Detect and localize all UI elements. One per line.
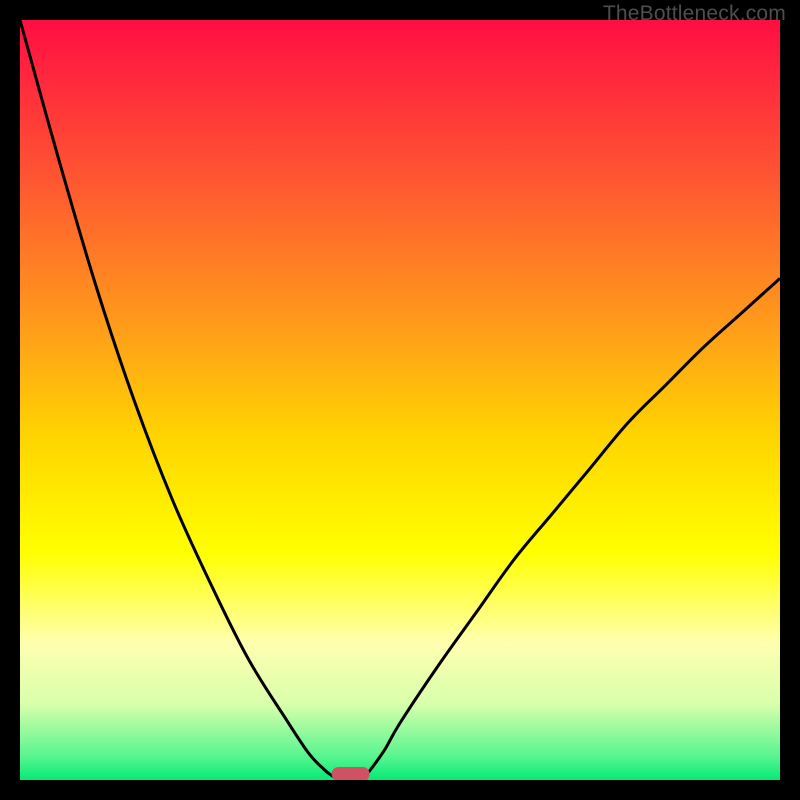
plot-area (20, 20, 780, 780)
chart-frame: TheBottleneck.com (0, 0, 800, 800)
bottleneck-marker (332, 767, 370, 780)
chart-svg (20, 20, 780, 780)
